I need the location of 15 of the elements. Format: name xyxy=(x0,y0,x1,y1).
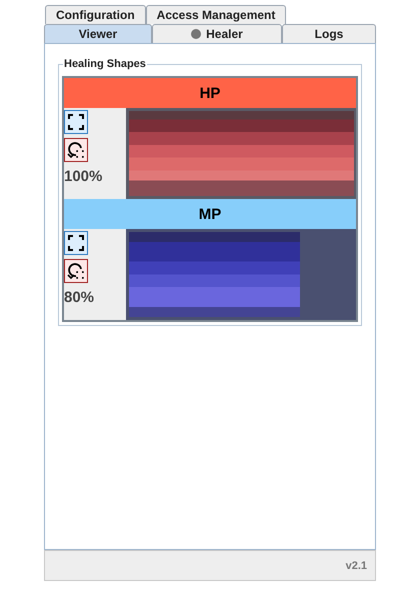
reset-icon[interactable] xyxy=(64,138,88,162)
version-label: v2.1 xyxy=(346,560,367,572)
tab[interactable]: Healer xyxy=(152,24,282,43)
shape-header: HP xyxy=(64,78,356,108)
percent-label: 100% xyxy=(64,168,102,185)
fullscreen-icon[interactable] xyxy=(64,231,88,255)
reset-icon[interactable] xyxy=(64,259,88,283)
tab[interactable]: Access Management xyxy=(146,5,286,24)
shape-header: MP xyxy=(64,199,356,229)
tab[interactable]: Logs xyxy=(282,24,376,43)
fullscreen-icon[interactable] xyxy=(64,110,88,134)
tab[interactable]: Viewer xyxy=(44,24,152,43)
group-title: Healing Shapes xyxy=(63,58,147,70)
tab[interactable]: Configuration xyxy=(45,5,146,24)
percent-label: 80% xyxy=(64,289,94,306)
